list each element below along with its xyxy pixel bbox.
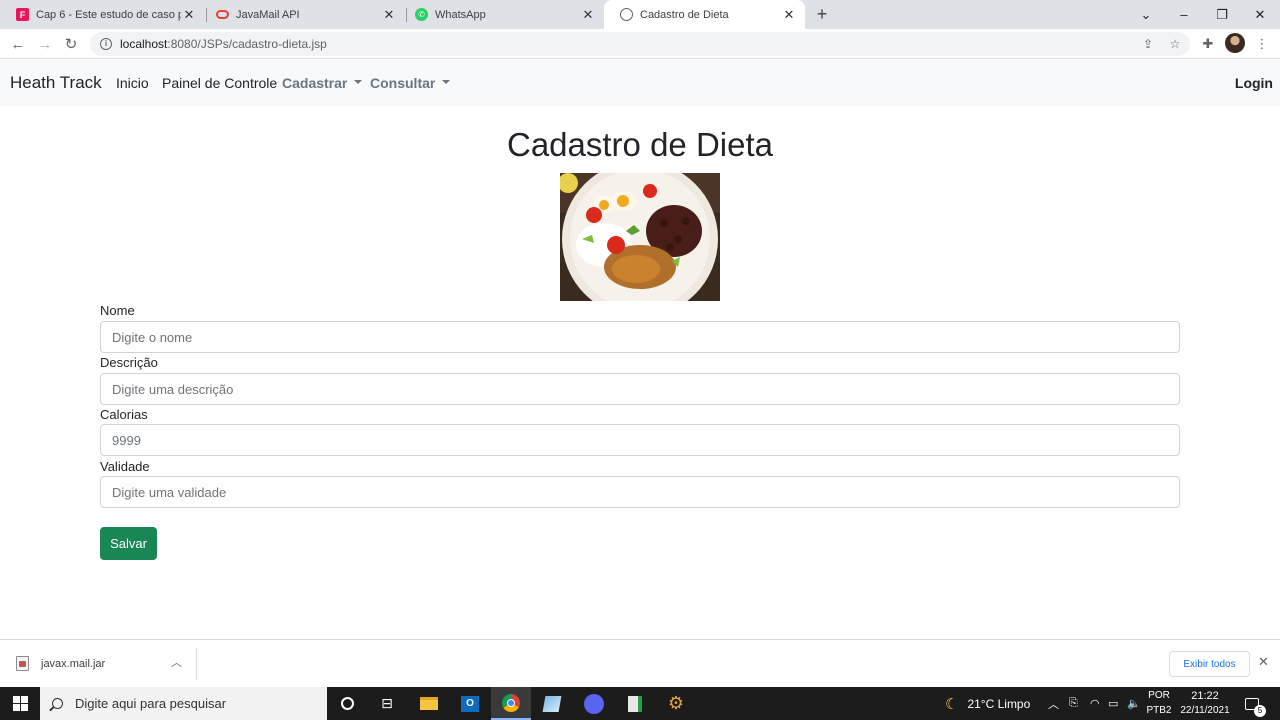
language-indicator[interactable]: POR	[1145, 690, 1173, 701]
url-path: :8080/JSPs/cadastro-dieta.jsp	[167, 37, 327, 51]
tab-title: Cadastro de Dieta	[640, 8, 729, 21]
start-button[interactable]	[0, 687, 40, 720]
brand-link[interactable]: Heath Track	[10, 73, 102, 93]
notification-center-icon[interactable]: 5	[1245, 687, 1266, 720]
chrome-icon[interactable]	[491, 687, 531, 720]
browser-tab-cadastro-dieta[interactable]: Cadastro de Dieta ✕	[604, 0, 805, 29]
descricao-label: Descrição	[100, 355, 158, 370]
close-tab-icon[interactable]: ✕	[181, 7, 197, 23]
validade-label: Validade	[100, 459, 150, 474]
task-view-icon[interactable]: ⊟	[367, 687, 407, 720]
app-installer-icon[interactable]	[615, 687, 655, 720]
nav-link-painel[interactable]: Painel de Controle	[162, 75, 277, 91]
browser-tab-cap6[interactable]: F Cap 6 - Este estudo de caso pode ✕	[0, 0, 205, 29]
site-info-icon[interactable]: i	[100, 38, 112, 50]
notepad-app-icon[interactable]	[532, 687, 572, 720]
keyboard-layout[interactable]: PTB2	[1145, 705, 1173, 716]
fiap-icon: F	[16, 8, 29, 21]
new-tab-button[interactable]: +	[812, 4, 832, 24]
download-filename: javax.mail.jar	[41, 657, 106, 670]
device-icon[interactable]: ⎘	[1069, 687, 1078, 720]
browser-tab-javamail[interactable]: JavaMail API ✕	[200, 0, 405, 29]
chevron-up-icon[interactable]: ︿	[171, 654, 182, 670]
nav-dropdown-consultar[interactable]: Consultar	[370, 75, 451, 91]
validade-input[interactable]	[100, 476, 1180, 508]
windows-taskbar: Digite aqui para pesquisar ⊟ O ⚙ ☾ 21°C …	[0, 687, 1280, 720]
profile-avatar[interactable]	[1225, 33, 1245, 53]
login-link[interactable]: Login	[1235, 75, 1273, 91]
download-separator	[196, 648, 197, 680]
tab-title: JavaMail API	[236, 8, 300, 21]
nav-link-inicio[interactable]: Inicio	[116, 75, 149, 91]
notification-count: 5	[1254, 704, 1266, 717]
tab-title: Cap 6 - Este estudo de caso pode	[36, 8, 181, 21]
browser-toolbar: ← → ↻ i localhost:8080/JSPs/cadastro-die…	[0, 29, 1280, 59]
calorias-label: Calorias	[100, 407, 148, 422]
close-tab-icon[interactable]: ✕	[781, 7, 797, 23]
address-bar[interactable]: i localhost:8080/JSPs/cadastro-dieta.jsp…	[90, 32, 1190, 56]
close-download-bar-icon[interactable]: ✕	[1258, 654, 1269, 670]
reload-icon[interactable]: ↻	[60, 33, 82, 55]
extensions-puzzle-icon[interactable]: ✚	[1197, 33, 1219, 55]
taskbar-search-box[interactable]: Digite aqui para pesquisar	[40, 687, 327, 720]
browser-tab-strip: F Cap 6 - Este estudo de caso pode ✕ Jav…	[0, 0, 1280, 29]
download-item[interactable]: javax.mail.jar	[16, 656, 105, 671]
download-bar: javax.mail.jar ︿ Exibir todos ✕	[0, 639, 1280, 687]
clock-date[interactable]: 22/11/2021	[1178, 705, 1232, 716]
whatsapp-icon: ✆	[415, 8, 428, 21]
nome-label: Nome	[100, 303, 135, 318]
nav-dropdown-cadastrar[interactable]: Cadastrar	[282, 75, 363, 91]
moon-icon: ☾	[945, 695, 959, 713]
settings-gear-icon[interactable]: ⚙	[656, 687, 696, 720]
search-icon	[52, 698, 63, 709]
outlook-icon[interactable]: O	[450, 687, 490, 720]
discord-icon[interactable]	[574, 687, 614, 720]
share-icon[interactable]: ⇪	[1138, 32, 1158, 56]
cortana-icon[interactable]	[327, 687, 367, 720]
show-all-downloads-button[interactable]: Exibir todos	[1169, 651, 1250, 677]
save-button[interactable]: Salvar	[100, 527, 157, 560]
weather-text: 21°C Limpo	[967, 696, 1031, 711]
file-explorer-icon[interactable]	[409, 687, 449, 720]
taskbar-search-placeholder: Digite aqui para pesquisar	[75, 696, 227, 711]
tab-title: WhatsApp	[435, 8, 486, 21]
minimize-icon[interactable]: –	[1165, 0, 1203, 29]
chrome-menu-icon[interactable]: ⋮	[1251, 33, 1273, 55]
url-host: localhost	[120, 37, 168, 51]
close-tab-icon[interactable]: ✕	[580, 7, 596, 23]
forward-arrow-icon[interactable]: →	[34, 33, 56, 55]
oracle-icon	[216, 8, 229, 21]
clock-time[interactable]: 21:22	[1178, 690, 1232, 702]
globe-icon	[620, 8, 633, 21]
calorias-input[interactable]	[100, 424, 1180, 456]
nav-dropdown-label: Consultar	[370, 75, 436, 91]
descricao-input[interactable]	[100, 373, 1180, 405]
nav-dropdown-label: Cadastrar	[282, 75, 348, 91]
restore-icon[interactable]: ❐	[1203, 0, 1241, 29]
jar-file-icon	[16, 656, 29, 671]
windows-logo-icon	[12, 696, 28, 711]
site-navbar: Heath Track Inicio Painel de Controle Ca…	[0, 60, 1280, 106]
bookmark-star-icon[interactable]: ☆	[1165, 32, 1185, 56]
nome-input[interactable]	[100, 321, 1180, 353]
tab-search-chevron-icon[interactable]: ⌄	[1127, 0, 1165, 29]
close-window-icon[interactable]: ✕	[1241, 0, 1279, 29]
close-tab-icon[interactable]: ✕	[381, 7, 397, 23]
browser-tab-whatsapp[interactable]: ✆ WhatsApp ✕	[399, 0, 604, 29]
diet-dish-image	[560, 173, 720, 301]
battery-icon[interactable]: ▭	[1108, 687, 1118, 720]
weather-widget[interactable]: ☾ 21°C Limpo	[945, 687, 1030, 720]
page-title: Cadastro de Dieta	[507, 126, 773, 163]
caret-down-icon	[442, 80, 451, 85]
caret-down-icon	[354, 80, 363, 85]
show-hidden-icons-chevron-icon[interactable]: ︿	[1048, 687, 1059, 720]
back-arrow-icon[interactable]: ←	[7, 33, 29, 55]
volume-icon[interactable]: 🔈	[1127, 687, 1141, 720]
wifi-icon[interactable]: ◠	[1090, 687, 1100, 720]
